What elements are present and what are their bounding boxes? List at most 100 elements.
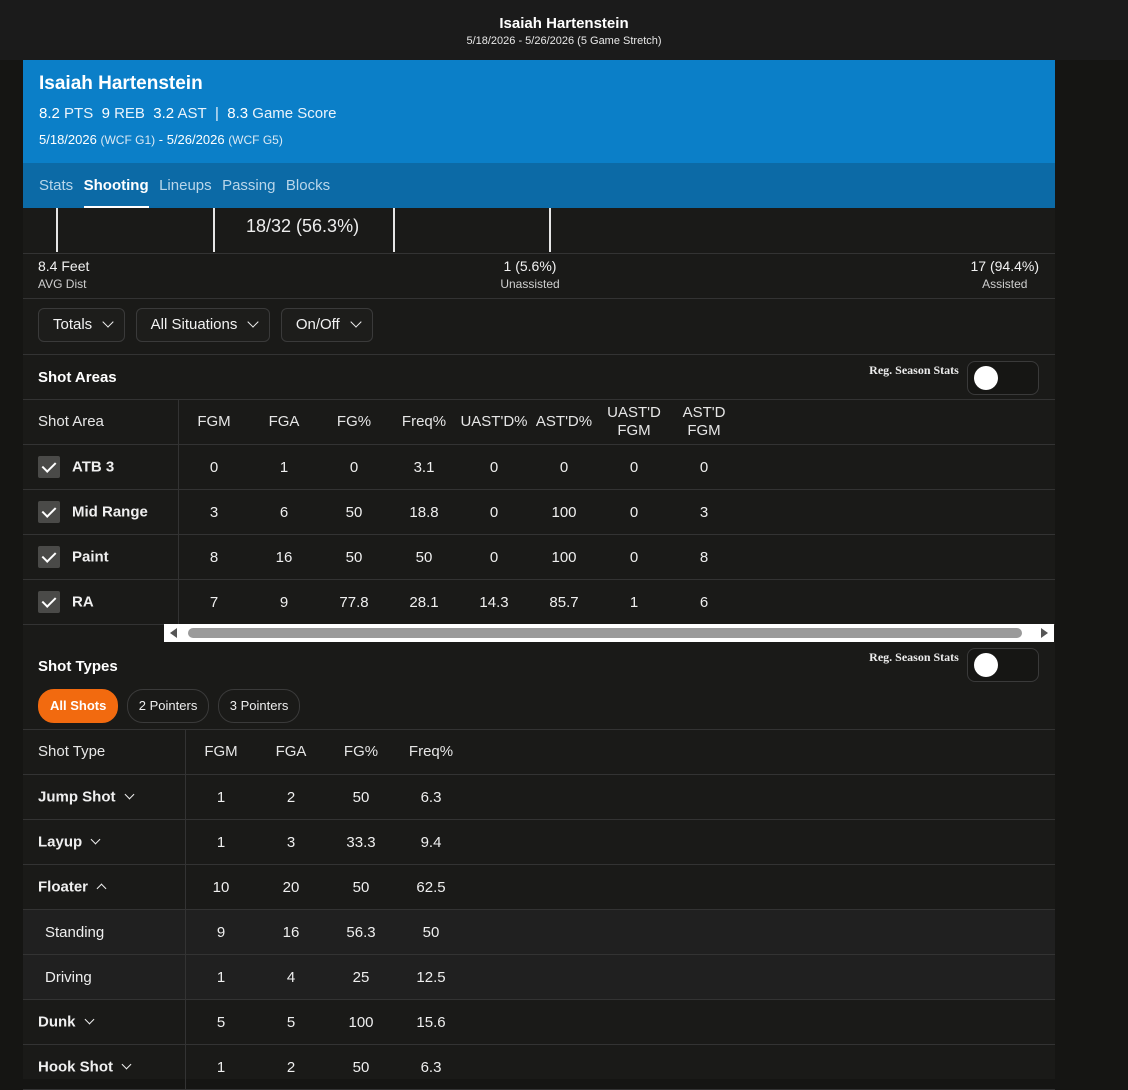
row-checkbox[interactable] [38,591,60,613]
cell-fg-pct: 56.3 [326,909,396,955]
switch-knob [974,366,998,390]
cell-fga: 3 [256,819,326,865]
cell-fg-pct: 50 [326,1044,396,1090]
shot-type-label: Dunk [38,1013,76,1031]
stat-separator: | [215,105,219,122]
pill-all-shots[interactable]: All Shots [38,689,119,723]
cell-freq: 15.6 [396,999,466,1045]
table-row[interactable]: Hook Shot 1 2 50 6.3 [23,1044,1055,1090]
cell-ast-fgm: 0 [669,444,739,490]
totals-dropdown[interactable]: Totals [38,308,126,342]
cell-freq: 50 [396,909,466,955]
cell-fg-pct: 50 [326,864,396,910]
row-checkbox[interactable] [38,501,60,523]
tab-blocks[interactable]: Blocks [286,163,330,208]
scroll-right-icon[interactable] [1041,628,1048,638]
chevron-down-icon[interactable] [90,834,101,845]
shot-type-label: Floater [38,878,89,896]
reg-season-label: Reg. Season Stats [869,650,959,664]
cell-fg-pct: 50 [319,489,389,535]
cell-fgm: 10 [185,864,256,910]
tab-lineups[interactable]: Lineups [159,163,212,208]
chevron-down-icon [102,316,114,328]
pts-label: PTS [64,105,94,122]
player-panel: Isaiah Hartenstein 8.2 PTS 9 REB 3.2 AST… [23,60,1055,1090]
table-row[interactable]: Floater 10 20 50 62.5 [23,864,1055,910]
col-header: FG% [319,399,389,445]
spacer-cell [466,954,1055,1000]
shot-areas-table: Shot Area FGM FGA FG% Freq% UAST'D% AST'… [23,399,1055,625]
cell-fga: 9 [249,579,319,625]
cell-fgm: 7 [178,579,249,625]
court-line [213,208,215,252]
switch-knob [974,653,998,677]
shot-area-cell: RA [23,579,179,625]
reg-season-switch[interactable] [967,361,1039,395]
table-row[interactable]: Dunk 5 5 100 15.6 [23,999,1055,1045]
cell-freq: 3.1 [389,444,459,490]
scrollbar-thumb[interactable] [188,628,1022,638]
spacer-cell [739,489,1055,535]
table-row[interactable]: Jump Shot 1 2 50 6.3 [23,774,1055,820]
tab-passing[interactable]: Passing [222,163,275,208]
game-score-label: Game Score [252,105,337,122]
shot-type-cell: Layup [23,819,186,865]
cell-freq: 12.5 [396,954,466,1000]
reb-label: REB [114,105,145,122]
unassisted-value: 1 (5.6%) [503,258,557,274]
range-end-note: (WCF G5) [228,133,283,147]
shot-types-title: Shot Types [38,658,118,675]
shot-type-cell: Floater [23,864,186,910]
shot-area-cell: Mid Range [23,489,179,535]
chevron-down-icon[interactable] [84,1014,94,1025]
cell-freq: 62.5 [396,864,466,910]
onoff-dropdown[interactable]: On/Off [280,308,373,342]
tab-stats[interactable]: Stats [39,163,73,208]
cell-uast-pct: 14.3 [459,579,529,625]
cell-fga: 2 [256,1044,326,1090]
shot-summary: 8.4 Feet AVG Dist 1 (5.6%) Unassisted 17… [23,254,1055,299]
pill-2-pointers[interactable]: 2 Pointers [126,689,210,723]
cell-fga: 20 [256,864,326,910]
cell-ast-pct: 85.7 [529,579,599,625]
cell-uast-fgm: 0 [599,489,669,535]
shot-type-pills: All Shots 2 Pointers 3 Pointers [38,689,304,723]
cell-ast-pct: 100 [529,489,599,535]
chevron-up-icon[interactable] [96,883,107,894]
chevron-down-icon [350,316,362,328]
tab-shooting[interactable]: Shooting [83,163,149,208]
table-row[interactable]: Layup 1 3 33.3 9.4 [23,819,1055,865]
cell-fga: 2 [256,774,326,820]
cell-fga: 16 [256,909,326,955]
cell-uast-fgm: 1 [599,579,669,625]
cell-freq: 6.3 [396,1044,466,1090]
shot-type-label: Driving [45,968,92,986]
shot-area-label: Mid Range [72,503,148,521]
chevron-down-icon[interactable] [121,1059,132,1070]
col-header: FGM [185,729,256,775]
pts-value: 8.2 [39,105,60,122]
shot-type-label: Layup [38,833,83,851]
spacer-cell [466,774,1055,820]
table-row: Mid Range 3 6 50 18.8 0 100 0 3 [23,489,1055,535]
col-header: FGM [178,399,249,445]
onoff-dropdown-label: On/Off [295,316,340,333]
cell-fga: 5 [256,999,326,1045]
situations-dropdown[interactable]: All Situations [135,308,271,342]
reg-season-label: Reg. Season Stats [869,363,959,377]
avg-dist-label: AVG Dist [38,277,87,291]
row-checkbox[interactable] [38,456,60,478]
horizontal-scrollbar[interactable] [164,624,1054,642]
reg-season-switch[interactable] [967,648,1039,682]
cell-ast-pct: 0 [529,444,599,490]
scroll-left-icon[interactable] [170,628,177,638]
shot-type-label: Jump Shot [38,788,116,806]
shot-area-label: ATB 3 [72,458,115,476]
pill-3-pointers[interactable]: 3 Pointers [217,689,301,723]
fg-total: 18/32 (56.3%) [246,216,360,236]
row-checkbox[interactable] [38,546,60,568]
totals-dropdown-label: Totals [53,316,93,333]
shot-area-cell: ATB 3 [23,444,179,490]
chevron-down-icon[interactable] [124,789,134,800]
cell-freq: 28.1 [389,579,459,625]
